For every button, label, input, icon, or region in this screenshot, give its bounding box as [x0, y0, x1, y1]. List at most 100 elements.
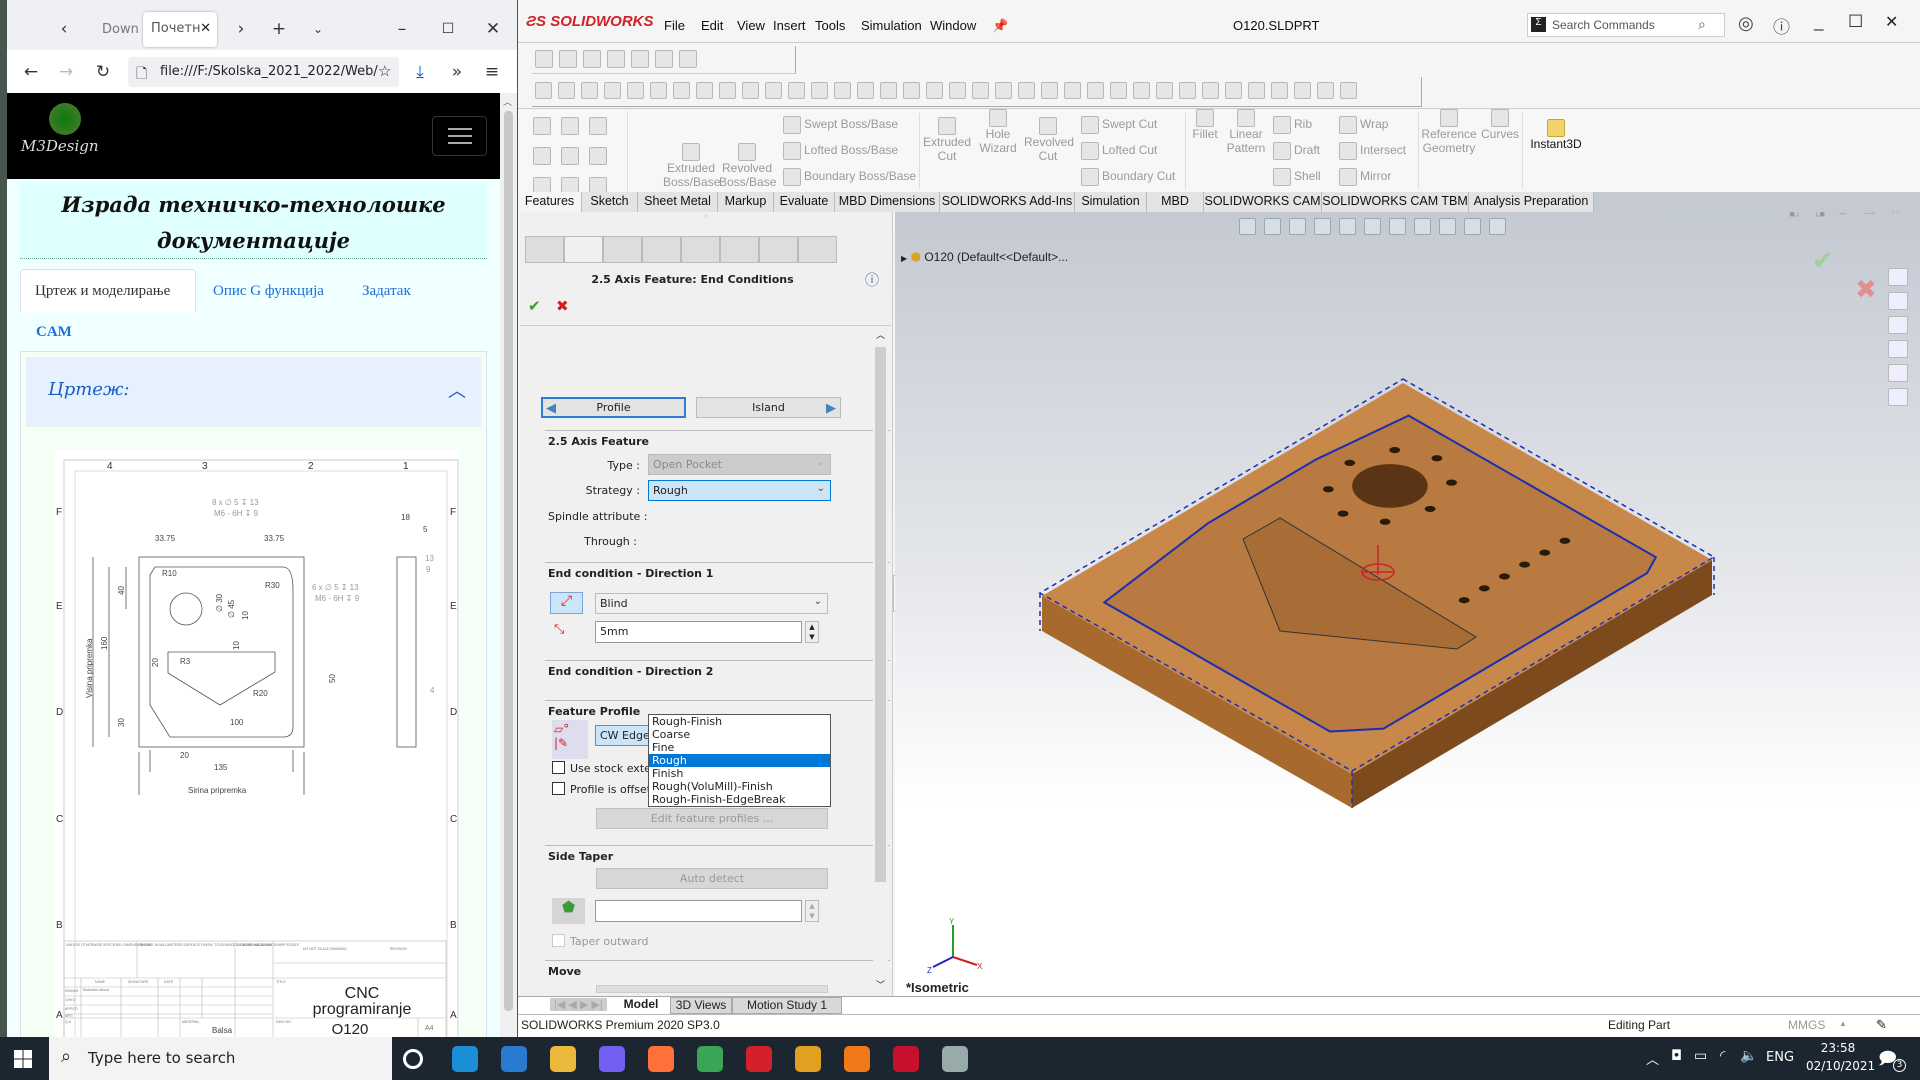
help-icon[interactable]: ⓘ — [865, 270, 879, 290]
edge-icon[interactable] — [452, 1046, 478, 1072]
strategy-option[interactable]: Finish — [649, 767, 830, 780]
cam-tool-icon[interactable] — [857, 82, 874, 99]
cam-feature-tree-icon[interactable] — [720, 236, 759, 263]
viber-icon[interactable] — [599, 1046, 625, 1072]
cam-tool-icon[interactable] — [1156, 82, 1173, 99]
clock-time[interactable]: 23:58 — [1816, 1041, 1860, 1055]
url-field[interactable]: 🗋 file:///F:/Skolska_2021_2022/Web/ ☆ — [128, 57, 399, 87]
cam-tool-icon[interactable] — [1271, 82, 1288, 99]
dimxpert-icon[interactable] — [642, 236, 681, 263]
taper-angle-input[interactable] — [595, 900, 802, 922]
curves-button[interactable]: Curves — [1480, 109, 1520, 141]
taper-outward-checkbox[interactable] — [552, 934, 565, 947]
browser-scrollbar[interactable]: ︿ — [500, 93, 517, 1037]
quick-tool-icon[interactable] — [533, 147, 551, 165]
end-condition-dropdown[interactable]: Blind ⌄ — [595, 593, 828, 614]
3d-model[interactable] — [895, 212, 1920, 1002]
overflow-icon[interactable]: » — [452, 62, 462, 82]
cam-tool-icon[interactable] — [1294, 82, 1311, 99]
volume-icon[interactable]: 🔈 — [1740, 1048, 1757, 1064]
menu-simulation[interactable]: Simulation — [861, 18, 922, 33]
sublime-icon[interactable] — [844, 1046, 870, 1072]
display-manager-icon[interactable] — [681, 236, 720, 263]
chrome-icon[interactable] — [697, 1046, 723, 1072]
quick-tool-icon[interactable] — [561, 147, 579, 165]
mirror-button[interactable]: Mirror — [1336, 168, 1391, 186]
opera-icon[interactable] — [746, 1046, 772, 1072]
cancel-x-icon[interactable]: ✖ — [556, 297, 569, 315]
depth-spinner[interactable]: ▲ ▼ — [805, 621, 819, 643]
tab-solidworks-cam-tbm[interactable]: SOLIDWORKS CAM TBM — [1322, 192, 1469, 212]
section-axis-feature[interactable]: 2.5 Axis Feature︽ — [545, 430, 890, 452]
cam-tool-icon[interactable] — [1064, 82, 1081, 99]
feature-manager-icon[interactable] — [525, 236, 564, 263]
search-commands-input[interactable]: Σ Search Commands ⌕ — [1527, 13, 1725, 37]
section-side-taper[interactable]: Side Taper︽ — [545, 845, 890, 867]
minimize-icon[interactable]: _ — [1814, 12, 1823, 32]
tab-mbd-dimensions[interactable]: MBD Dimensions — [835, 192, 940, 212]
new-icon[interactable] — [559, 50, 577, 68]
reload-icon[interactable]: ↻ — [96, 62, 110, 82]
undo-icon[interactable] — [679, 50, 697, 68]
tabs-scroll-right-icon[interactable]: › — [238, 19, 245, 39]
cam-tool-icon[interactable] — [903, 82, 920, 99]
media-player-icon[interactable] — [795, 1046, 821, 1072]
island-button[interactable]: Island ▶ — [696, 397, 841, 418]
downloads-icon[interactable]: ⤓ — [416, 62, 424, 82]
menu-file[interactable]: File — [664, 18, 685, 33]
cam-tool-icon[interactable] — [1340, 82, 1357, 99]
revolved-boss-button[interactable]: Revolved Boss/Base — [719, 143, 776, 189]
language-indicator[interactable]: ENG — [1766, 1050, 1794, 1065]
intersect-button[interactable]: Intersect — [1336, 142, 1406, 160]
tab-model[interactable]: Model — [612, 997, 670, 1014]
tab-motion-study[interactable]: Motion Study 1 — [732, 997, 842, 1014]
shell-button[interactable]: Shell — [1270, 168, 1321, 186]
app-icon[interactable] — [942, 1046, 968, 1072]
reverse-direction-icon[interactable]: ⤢ — [550, 592, 583, 614]
strategy-dropdown[interactable]: Rough ⌄ — [648, 480, 831, 501]
boundary-boss-button[interactable]: Boundary Boss/Base — [780, 168, 916, 186]
fillet-button[interactable]: Fillet — [1188, 109, 1222, 141]
ok-check-icon[interactable]: ✔ — [528, 297, 541, 315]
extruded-cut-button[interactable]: Extruded Cut — [923, 117, 971, 163]
profile-button[interactable]: ◀ Profile — [541, 397, 686, 418]
menu-edit[interactable]: Edit — [701, 18, 723, 33]
scrollbar-thumb[interactable] — [504, 111, 513, 1011]
tab-simulation[interactable]: Simulation — [1075, 192, 1147, 212]
tab-drawing-modeling[interactable]: Цртеж и моделирање — [20, 269, 196, 312]
panel-scrollbar[interactable]: ︿ ﹀ — [873, 328, 888, 992]
tab-list-icon[interactable]: ⌄ — [313, 22, 323, 36]
cam-tool-icon[interactable] — [696, 82, 713, 99]
hole-wizard-button[interactable]: Hole Wizard — [974, 109, 1022, 155]
cam-tool-icon[interactable] — [627, 82, 644, 99]
cam-tool-icon[interactable] — [650, 82, 667, 99]
scroll-up-icon[interactable]: ︿ — [876, 328, 885, 341]
tab-scroll-icons[interactable]: |◀ ◀ ▶ ▶| — [550, 998, 607, 1011]
scrollbar-thumb[interactable] — [875, 347, 886, 882]
scroll-up-icon[interactable]: ︿ — [503, 95, 512, 108]
tab-cam[interactable]: CAM — [36, 324, 72, 341]
cam-tool-icon[interactable] — [1133, 82, 1150, 99]
auto-detect-button[interactable]: Auto detect — [596, 868, 828, 889]
use-stock-extents-checkbox[interactable] — [552, 761, 565, 774]
cam-tool-icon[interactable] — [1202, 82, 1219, 99]
open-icon[interactable] — [583, 50, 601, 68]
home-icon[interactable] — [535, 50, 553, 68]
tabs-scroll-left-icon[interactable]: ‹ — [61, 19, 68, 39]
maximize-icon[interactable]: ☐ — [1848, 12, 1863, 32]
clock-date[interactable]: 02/10/2021 — [1806, 1059, 1875, 1073]
cam-tool-icon[interactable] — [1317, 82, 1334, 99]
cam-tool-icon[interactable] — [834, 82, 851, 99]
menu-view[interactable]: View — [737, 18, 765, 33]
cam-tool-icon[interactable] — [926, 82, 943, 99]
tab-assignment[interactable]: Задатак — [362, 283, 411, 300]
strategy-option[interactable]: Rough-Finish-EdgeBreak — [649, 793, 830, 806]
taskbar-search-box[interactable]: ⌕ Type here to search — [49, 1037, 392, 1080]
cam-tool-tree-icon[interactable] — [798, 236, 837, 263]
menu-window[interactable]: Window — [930, 18, 976, 33]
section-move[interactable]: Move︽ — [545, 960, 890, 982]
cam-tool-icon[interactable] — [1041, 82, 1058, 99]
tab-markup[interactable]: Markup — [718, 192, 774, 212]
camera-icon[interactable]: ◘ — [1671, 1048, 1682, 1064]
section-end-condition-2[interactable]: End condition - Direction 2︾ — [545, 660, 890, 682]
